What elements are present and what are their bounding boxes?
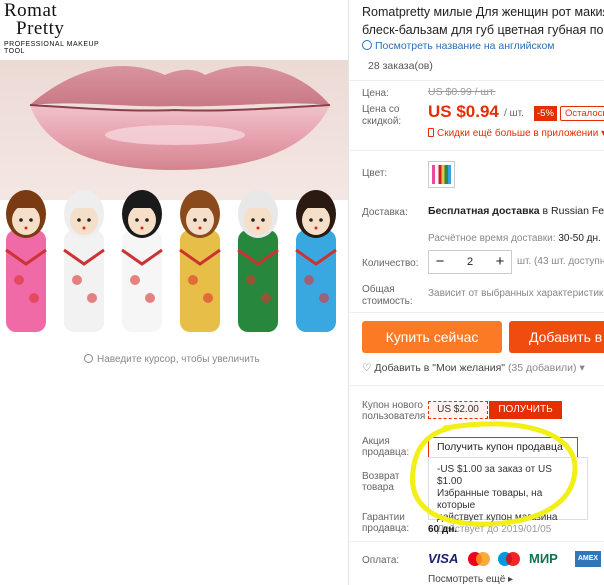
delivery-time: Расчётное время доставки: 30-50 дн. — [428, 233, 601, 244]
divider — [349, 541, 604, 542]
product-info-panel: Romatpretty милые Для женщин рот макияж … — [348, 0, 604, 585]
total-value: Зависит от выбранных характеристик то — [428, 288, 604, 299]
discount-price-label-2: скидкой: — [362, 116, 402, 127]
product-title-line-2: блеск-бальзам для губ цветная губная пом… — [362, 23, 604, 37]
mir-logo: МИР — [529, 551, 558, 566]
translate-title-link[interactable]: Посмотреть название на английском — [362, 40, 555, 52]
discount-price-label-1: Цена со — [362, 104, 400, 115]
decrease-button[interactable]: − — [429, 251, 451, 273]
shipping-label: Доставка: — [362, 207, 408, 218]
zoom-hint: Наведите курсор, чтобы увеличить — [84, 354, 260, 365]
divider — [349, 312, 604, 313]
popup-line-1: -US $1.00 за заказ от US $1.00 — [437, 464, 552, 487]
seller-coupon-popup: -US $1.00 за заказ от US $1.00 Избранные… — [428, 457, 588, 535]
phone-icon — [428, 128, 434, 137]
coupon-label-2: пользователя — [362, 411, 426, 422]
seller-promo-label-2: продавца: — [362, 447, 410, 458]
price-label: Цена: — [362, 88, 389, 99]
visa-logo: VISA — [428, 551, 459, 566]
color-swatch[interactable] — [428, 161, 455, 188]
amex-logo: AMEX — [575, 551, 601, 567]
divider — [349, 150, 604, 151]
brand-logo: Romat Pretty PROFESSIONAL MAKEUP TOOL — [4, 1, 116, 55]
logo-line-2: Pretty — [16, 18, 65, 39]
divider — [349, 80, 604, 81]
maestro-logo — [497, 551, 521, 567]
increase-button[interactable]: + — [489, 251, 511, 273]
shipping-info[interactable]: Бесплатная доставка в Russian Federa — [428, 205, 604, 217]
globe-icon — [362, 40, 372, 50]
coupon-amount: US $2.00 — [428, 401, 488, 419]
quantity-input[interactable]: 2 — [451, 251, 489, 273]
new-user-coupon: US $2.00 ПОЛУЧИТЬ — [428, 401, 563, 419]
discount-badge: -5% — [534, 106, 557, 121]
remaining-badge: Осталось — [560, 106, 604, 121]
guarantee-label-2: продавца: — [362, 523, 410, 534]
product-title-line-1: Romatpretty милые Для женщин рот макияж — [362, 5, 604, 19]
quantity-label: Количество: — [362, 258, 419, 269]
divider — [349, 385, 604, 386]
seller-coupon-dropdown[interactable]: Получить купон продавца ▼ — [428, 437, 578, 457]
add-to-cart-button[interactable]: Добавить в — [509, 321, 604, 353]
magnifier-icon — [84, 354, 93, 363]
popup-line-2: Избранные товары, на которые — [437, 488, 543, 511]
payment-label: Оплата: — [362, 555, 400, 566]
total-label-1: Общая — [362, 284, 395, 295]
get-coupon-button[interactable]: ПОЛУЧИТЬ — [489, 401, 562, 419]
mastercard-logo — [467, 551, 491, 567]
buy-now-button[interactable]: Купить сейчас — [362, 321, 502, 353]
heart-icon: ♡ — [362, 362, 372, 374]
more-payment-link[interactable]: Посмотреть ещё ▸ — [428, 574, 513, 585]
popup-valid-until: Действует до 2019/01/05 — [437, 524, 552, 535]
quantity-stepper: − 2 + — [428, 250, 512, 274]
chevron-down-icon: ▼ — [563, 443, 570, 450]
popup-line-3: действует купон магазина — [437, 512, 558, 523]
orders-count: 28 заказа(ов) — [368, 60, 433, 72]
original-price: US $0.99 / шт. — [428, 86, 496, 98]
color-label: Цвет: — [362, 168, 388, 179]
guarantee-value: 60 дн. — [428, 524, 458, 535]
per-unit: / шт. — [504, 108, 524, 119]
app-discount-link[interactable]: Скидки ещё больше в приложении ▾ — [428, 128, 604, 139]
total-label-2: стоимость: — [362, 296, 413, 307]
wishlist-link[interactable]: ♡ Добавить в "Мои желания" (35 добавили) … — [362, 362, 585, 374]
discount-price: US $0.94 — [428, 102, 499, 121]
product-image[interactable]: Romat Pretty PROFESSIONAL MAKEUP TOOL — [0, 0, 348, 345]
available-stock: шт. (43 шт. доступно) — [517, 256, 604, 267]
returns-label-2: товара — [362, 482, 394, 493]
logo-tagline: PROFESSIONAL MAKEUP TOOL — [4, 41, 100, 55]
lipstick-dolls — [5, 190, 337, 332]
